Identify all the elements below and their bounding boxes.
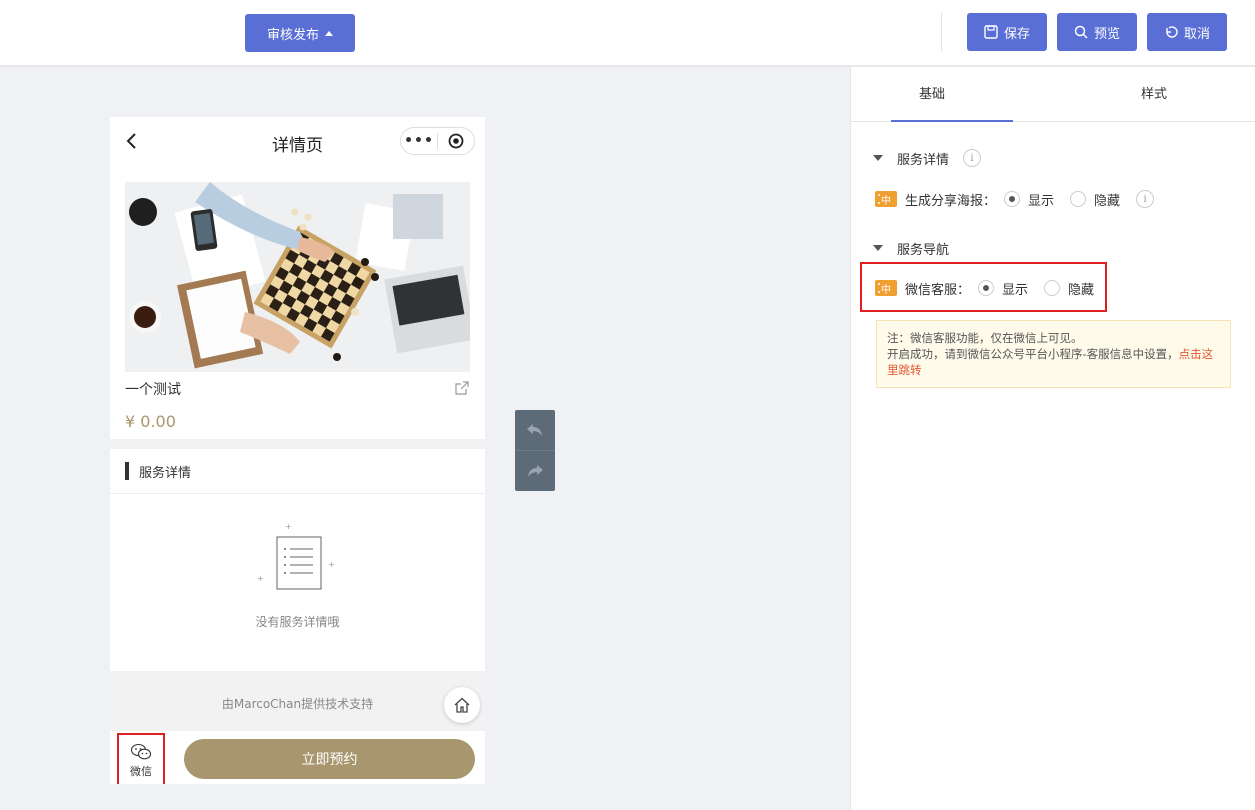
service-detail-title-text: 服务详情 [139,465,192,481]
book-now-button[interactable]: 立即预约 [184,739,475,779]
section-divider [110,493,485,494]
settings-panel: 基础 样式 服务详情 i 中 生成分享海报： 显示 隐藏 i 服务导航 中 微信… [850,67,1255,810]
info-icon[interactable]: i [963,149,982,167]
option-show-label: 显示 [1002,282,1029,298]
floppy-disk-icon [984,25,998,39]
group-service-detail-label: 服务详情 [897,152,950,168]
caret-up-icon [325,30,333,36]
share-poster-hide-radio[interactable]: 隐藏 [1070,190,1120,209]
active-tab-indicator [891,120,1013,122]
preview-label: 预览 [1093,26,1120,42]
empty-document-icon: + + + [257,522,335,590]
group-service-nav-label: 服务导航 [897,242,950,258]
tab-basic[interactable]: 基础 [851,67,1013,122]
svg-text:+: + [285,522,292,531]
wechat-service-show-radio[interactable]: 显示 [978,279,1028,298]
section-spacer [110,439,485,449]
panel-tabs: 基础 样式 [851,67,1255,122]
undo-icon [527,424,542,436]
toolbar-divider [941,12,942,52]
save-button[interactable]: 保存 [967,13,1047,51]
tech-support-text: 由MarcoChan提供技术支持 [221,697,374,711]
publish-label: 审核发布 [266,27,319,43]
wechat-service-notice: 注：微信客服功能，仅在微信上可见。 开启成功，请到微信公众号平台小程序-客服信息… [876,320,1231,388]
group-service-nav[interactable]: 服务导航 [873,238,949,258]
radio-checked-icon [978,280,995,296]
notice-line-2-text: 开启成功，请到微信公众号平台小程序-客服信息中设置， [887,347,1179,361]
wechat-label: 微信 [130,765,152,778]
share-poster-show-radio[interactable]: 显示 [1004,190,1054,209]
mini-program-capsule[interactable]: ••• [400,127,475,155]
group-service-detail[interactable]: 服务详情 i [873,148,982,168]
option-hide-label: 隐藏 [1094,193,1121,209]
phone-nav-bar: 详情页 ••• [110,117,485,167]
publish-review-button[interactable]: 审核发布 [245,14,355,52]
share-poster-row: 中 生成分享海报： 显示 隐藏 i [875,188,1155,210]
wechat-service-button[interactable]: 微信 [117,733,165,784]
share-poster-label: 生成分享海报： [905,193,997,209]
option-show-label: 显示 [1028,193,1055,209]
undo-redo-group [515,410,555,491]
tab-style[interactable]: 样式 [1053,67,1255,122]
notice-line-2: 开启成功，请到微信公众号平台小程序-客服信息中设置，点击这里跳转 [887,346,1220,378]
ticket-tag-icon: 中 [875,191,897,207]
radio-unchecked-icon [1070,191,1087,207]
record-target-icon[interactable] [438,133,474,149]
wechat-service-label: 微信客服： [905,282,971,298]
option-hide-label: 隐藏 [1068,282,1095,298]
notice-line-1: 注：微信客服功能，仅在微信上可见。 [887,331,1083,345]
product-price: ¥ 0.00 [125,412,176,431]
collapse-triangle-icon [873,155,883,161]
home-icon [454,697,470,713]
preview-button[interactable]: 预览 [1057,13,1137,51]
collapse-triangle-icon [873,245,883,251]
wechat-service-row: 中 微信客服： 显示 隐藏 [875,277,1110,299]
svg-text:+: + [257,574,264,583]
wechat-icon [130,743,152,760]
chessboard-desk-photo [125,182,470,372]
product-name: 一个测试 [125,382,181,398]
svg-text:+: + [328,560,335,569]
title-accent-bar [125,462,129,480]
undo-arrow-icon [1166,26,1178,38]
info-icon[interactable]: i [1136,190,1155,208]
ticket-tag-icon: 中 [875,280,897,296]
save-label: 保存 [1003,26,1030,42]
cancel-label: 取消 [1183,26,1210,42]
top-toolbar: 审核发布 保存 预览 取消 [0,0,1255,66]
radio-unchecked-icon [1044,280,1061,296]
more-dots-icon[interactable]: ••• [401,128,437,154]
undo-button[interactable] [515,410,555,450]
share-external-icon[interactable] [454,380,470,396]
phone-preview: 详情页 ••• 一个测试 ¥ 0.00 服务详情 + + + 没有服务详情哦 由… [110,117,485,784]
cancel-button[interactable]: 取消 [1147,13,1227,51]
home-button[interactable] [444,687,480,723]
product-image [125,182,470,372]
empty-detail-text: 没有服务详情哦 [255,615,340,629]
redo-button[interactable] [515,451,555,491]
service-detail-section-title: 服务详情 [125,461,191,481]
radio-checked-icon [1004,191,1021,207]
magnifier-icon [1074,25,1088,39]
redo-icon [528,465,543,477]
wechat-service-hide-radio[interactable]: 隐藏 [1044,279,1094,298]
